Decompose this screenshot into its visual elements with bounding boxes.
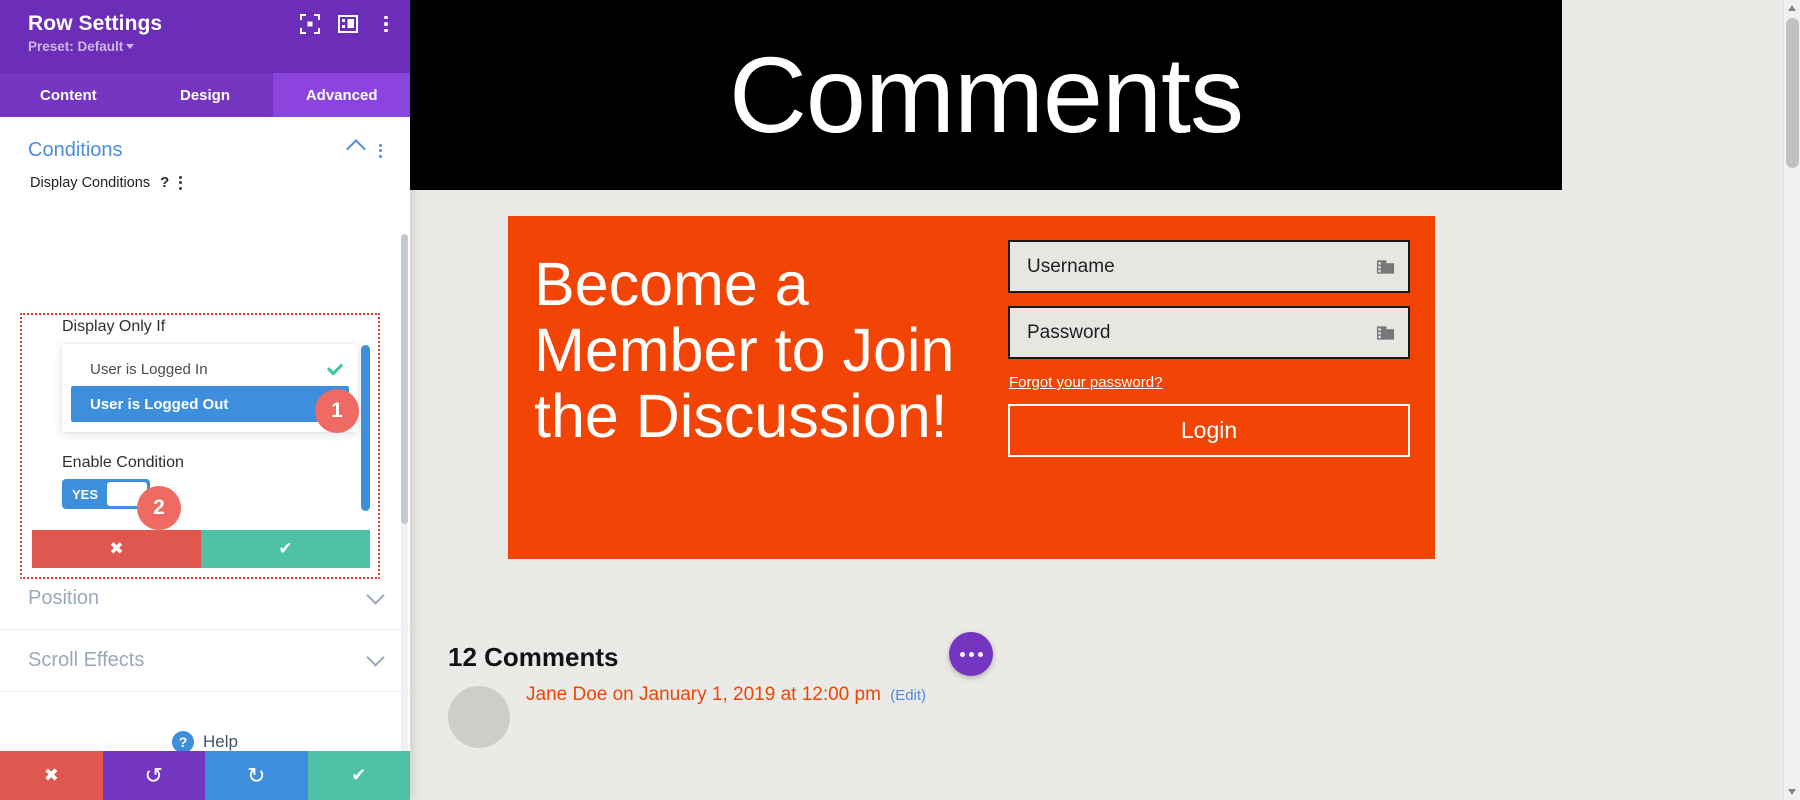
layout-columns-icon[interactable] <box>338 14 358 34</box>
dot-icon <box>977 651 983 657</box>
focus-frame-icon[interactable] <box>300 14 320 34</box>
comment-author-date: Jane Doe on January 1, 2019 at 12:00 pm <box>526 684 881 705</box>
tab-content[interactable]: Content <box>0 73 137 117</box>
hero-title: Comments <box>728 34 1244 155</box>
help-icon: ? <box>172 730 195 753</box>
dropdown-scrollbar[interactable] <box>361 345 370 511</box>
option-label: User is Logged In <box>90 360 208 378</box>
display-conditions-row: Display Conditions ? <box>0 172 410 191</box>
form-field-icon <box>1376 323 1395 342</box>
tab-advanced[interactable]: Advanced <box>273 73 411 117</box>
check-icon: ✔ <box>278 539 293 558</box>
password-field[interactable]: Password <box>1008 306 1410 359</box>
username-field[interactable]: Username <box>1008 240 1410 293</box>
panel-header-icons <box>300 14 396 34</box>
condition-options-dropdown: User is Logged In User is Logged Out <box>62 344 358 432</box>
panel-header: Row Settings Preset: Default <box>0 0 410 73</box>
dropdown-scrollbar-thumb[interactable] <box>361 345 370 511</box>
cta-heading: Become a Member to Join the Discussion! <box>534 250 955 450</box>
username-placeholder: Username <box>1027 255 1115 277</box>
toggle-value-label: YES <box>72 486 99 502</box>
panel-scrollbar[interactable] <box>401 234 408 764</box>
close-icon: ✖ <box>43 765 59 785</box>
chevron-down-icon <box>366 648 385 667</box>
tab-design[interactable]: Design <box>137 73 274 117</box>
enable-condition-label: Enable Condition <box>62 454 184 471</box>
display-conditions-label: Display Conditions <box>30 174 151 191</box>
redo-button[interactable]: ↻ <box>205 751 308 800</box>
membership-cta: Become a Member to Join the Discussion! … <box>508 216 1435 559</box>
scroll-effects-label: Scroll Effects <box>28 649 145 671</box>
scroll-down-arrow-icon[interactable] <box>1788 789 1796 795</box>
save-button[interactable]: ✔ <box>307 751 410 800</box>
help-tooltip-icon[interactable]: ? <box>160 174 169 191</box>
login-form: Username Password Forgot your password? … <box>1008 216 1435 559</box>
conditions-section-header[interactable]: Conditions <box>0 117 410 172</box>
step-badge-2: 2 <box>137 486 181 530</box>
condition-cancel-button[interactable]: ✖ <box>32 530 201 568</box>
hero-gutter <box>1562 0 1800 190</box>
condition-confirm-button[interactable]: ✔ <box>201 530 370 568</box>
panel-footer: ✖ ↺ ↻ ✔ <box>0 751 410 800</box>
sidebar-item-position[interactable]: Position <box>0 567 410 629</box>
scroll-up-arrow-icon[interactable] <box>1788 5 1796 11</box>
preset-label: Preset: Default <box>28 39 124 54</box>
undo-icon: ↺ <box>144 762 163 788</box>
chevron-down-icon <box>126 44 135 49</box>
condition-action-buttons: ✖ ✔ <box>32 530 370 568</box>
check-icon: ✔ <box>351 765 367 785</box>
option-user-is-logged-in[interactable]: User is Logged In <box>62 352 358 386</box>
login-button[interactable]: Login <box>1008 404 1410 457</box>
avatar <box>448 686 510 748</box>
password-placeholder: Password <box>1027 321 1111 343</box>
panel-scrollbar-thumb[interactable] <box>401 234 408 524</box>
section-title-label: Conditions <box>28 139 123 161</box>
dot-icon <box>968 651 974 657</box>
step-badge-1: 1 <box>315 389 359 433</box>
cta-text-column: Become a Member to Join the Discussion! <box>508 216 1008 559</box>
position-label: Position <box>28 586 100 609</box>
hero-banner: Comments <box>410 0 1562 190</box>
page-scrollbar[interactable] <box>1783 0 1800 800</box>
option-user-is-logged-out[interactable]: User is Logged Out <box>71 386 349 422</box>
chevron-down-icon <box>366 585 385 605</box>
list-item: Jane Doe on January 1, 2019 at 12:00 pm … <box>448 680 1208 748</box>
forgot-password-link[interactable]: Forgot your password? <box>1009 374 1162 391</box>
page-scrollbar-thumb[interactable] <box>1786 18 1799 168</box>
panel-tabs: Content Design Advanced <box>0 73 411 117</box>
check-icon <box>326 358 344 376</box>
kebab-menu-icon[interactable] <box>376 14 396 34</box>
chevron-up-icon[interactable] <box>346 138 366 159</box>
preset-selector[interactable]: Preset: Default <box>28 39 135 54</box>
help-label: Help <box>203 731 238 751</box>
screen-root: Row Settings Preset: Default Content Des… <box>0 0 1800 800</box>
discard-button[interactable]: ✖ <box>0 751 103 800</box>
comment-meta: Jane Doe on January 1, 2019 at 12:00 pm … <box>526 680 926 706</box>
display-only-if-label: Display Only If <box>62 318 166 335</box>
dot-icon <box>959 651 965 657</box>
option-label: User is Logged Out <box>90 395 229 413</box>
comment-edit-link[interactable]: (Edit) <box>890 687 926 704</box>
panel-body: Conditions Display Conditions ? Display … <box>0 117 410 800</box>
sidebar-item-scroll-effects[interactable]: Scroll Effects <box>0 629 410 691</box>
close-icon: ✖ <box>109 539 124 558</box>
undo-button[interactable]: ↺ <box>102 751 205 800</box>
page-preview: Comments Become a Member to Join the Dis… <box>410 0 1800 800</box>
form-field-icon <box>1376 257 1395 276</box>
comments-count: 12 Comments <box>448 642 619 672</box>
redo-icon: ↻ <box>247 762 266 788</box>
field-kebab-icon[interactable] <box>179 175 183 190</box>
row-settings-panel: Row Settings Preset: Default Content Des… <box>0 0 411 800</box>
more-options-fab[interactable] <box>949 632 993 676</box>
section-kebab-icon[interactable] <box>379 143 382 158</box>
